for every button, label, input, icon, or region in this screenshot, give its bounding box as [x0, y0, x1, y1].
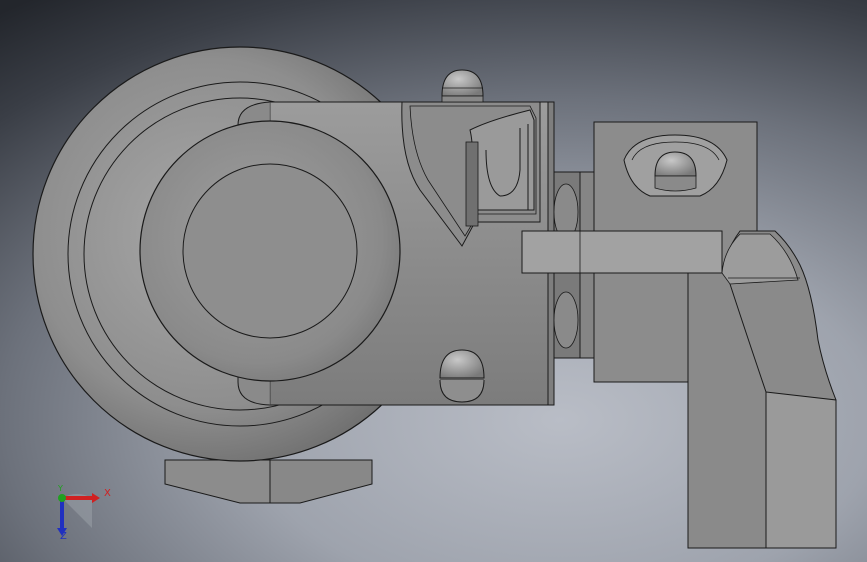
swivel-bar: [521, 230, 723, 274]
hub-inner: [182, 163, 358, 339]
3d-model-view[interactable]: [0, 0, 867, 562]
triad-z-label: Z: [60, 531, 67, 542]
triad-y-label: Y: [58, 484, 63, 493]
triad-x-label: X: [104, 488, 111, 499]
bottom-knob: [439, 349, 485, 403]
wheel-hub: [139, 120, 401, 382]
wheel-bottom-flange: [164, 459, 271, 504]
top-knob: [441, 69, 484, 103]
graphics-viewport[interactable]: X Y Z: [0, 0, 867, 562]
coordinate-triad: X Y Z: [48, 480, 118, 550]
side-bracket: [687, 230, 837, 549]
wheel-bottom-flange-right: [269, 459, 373, 504]
